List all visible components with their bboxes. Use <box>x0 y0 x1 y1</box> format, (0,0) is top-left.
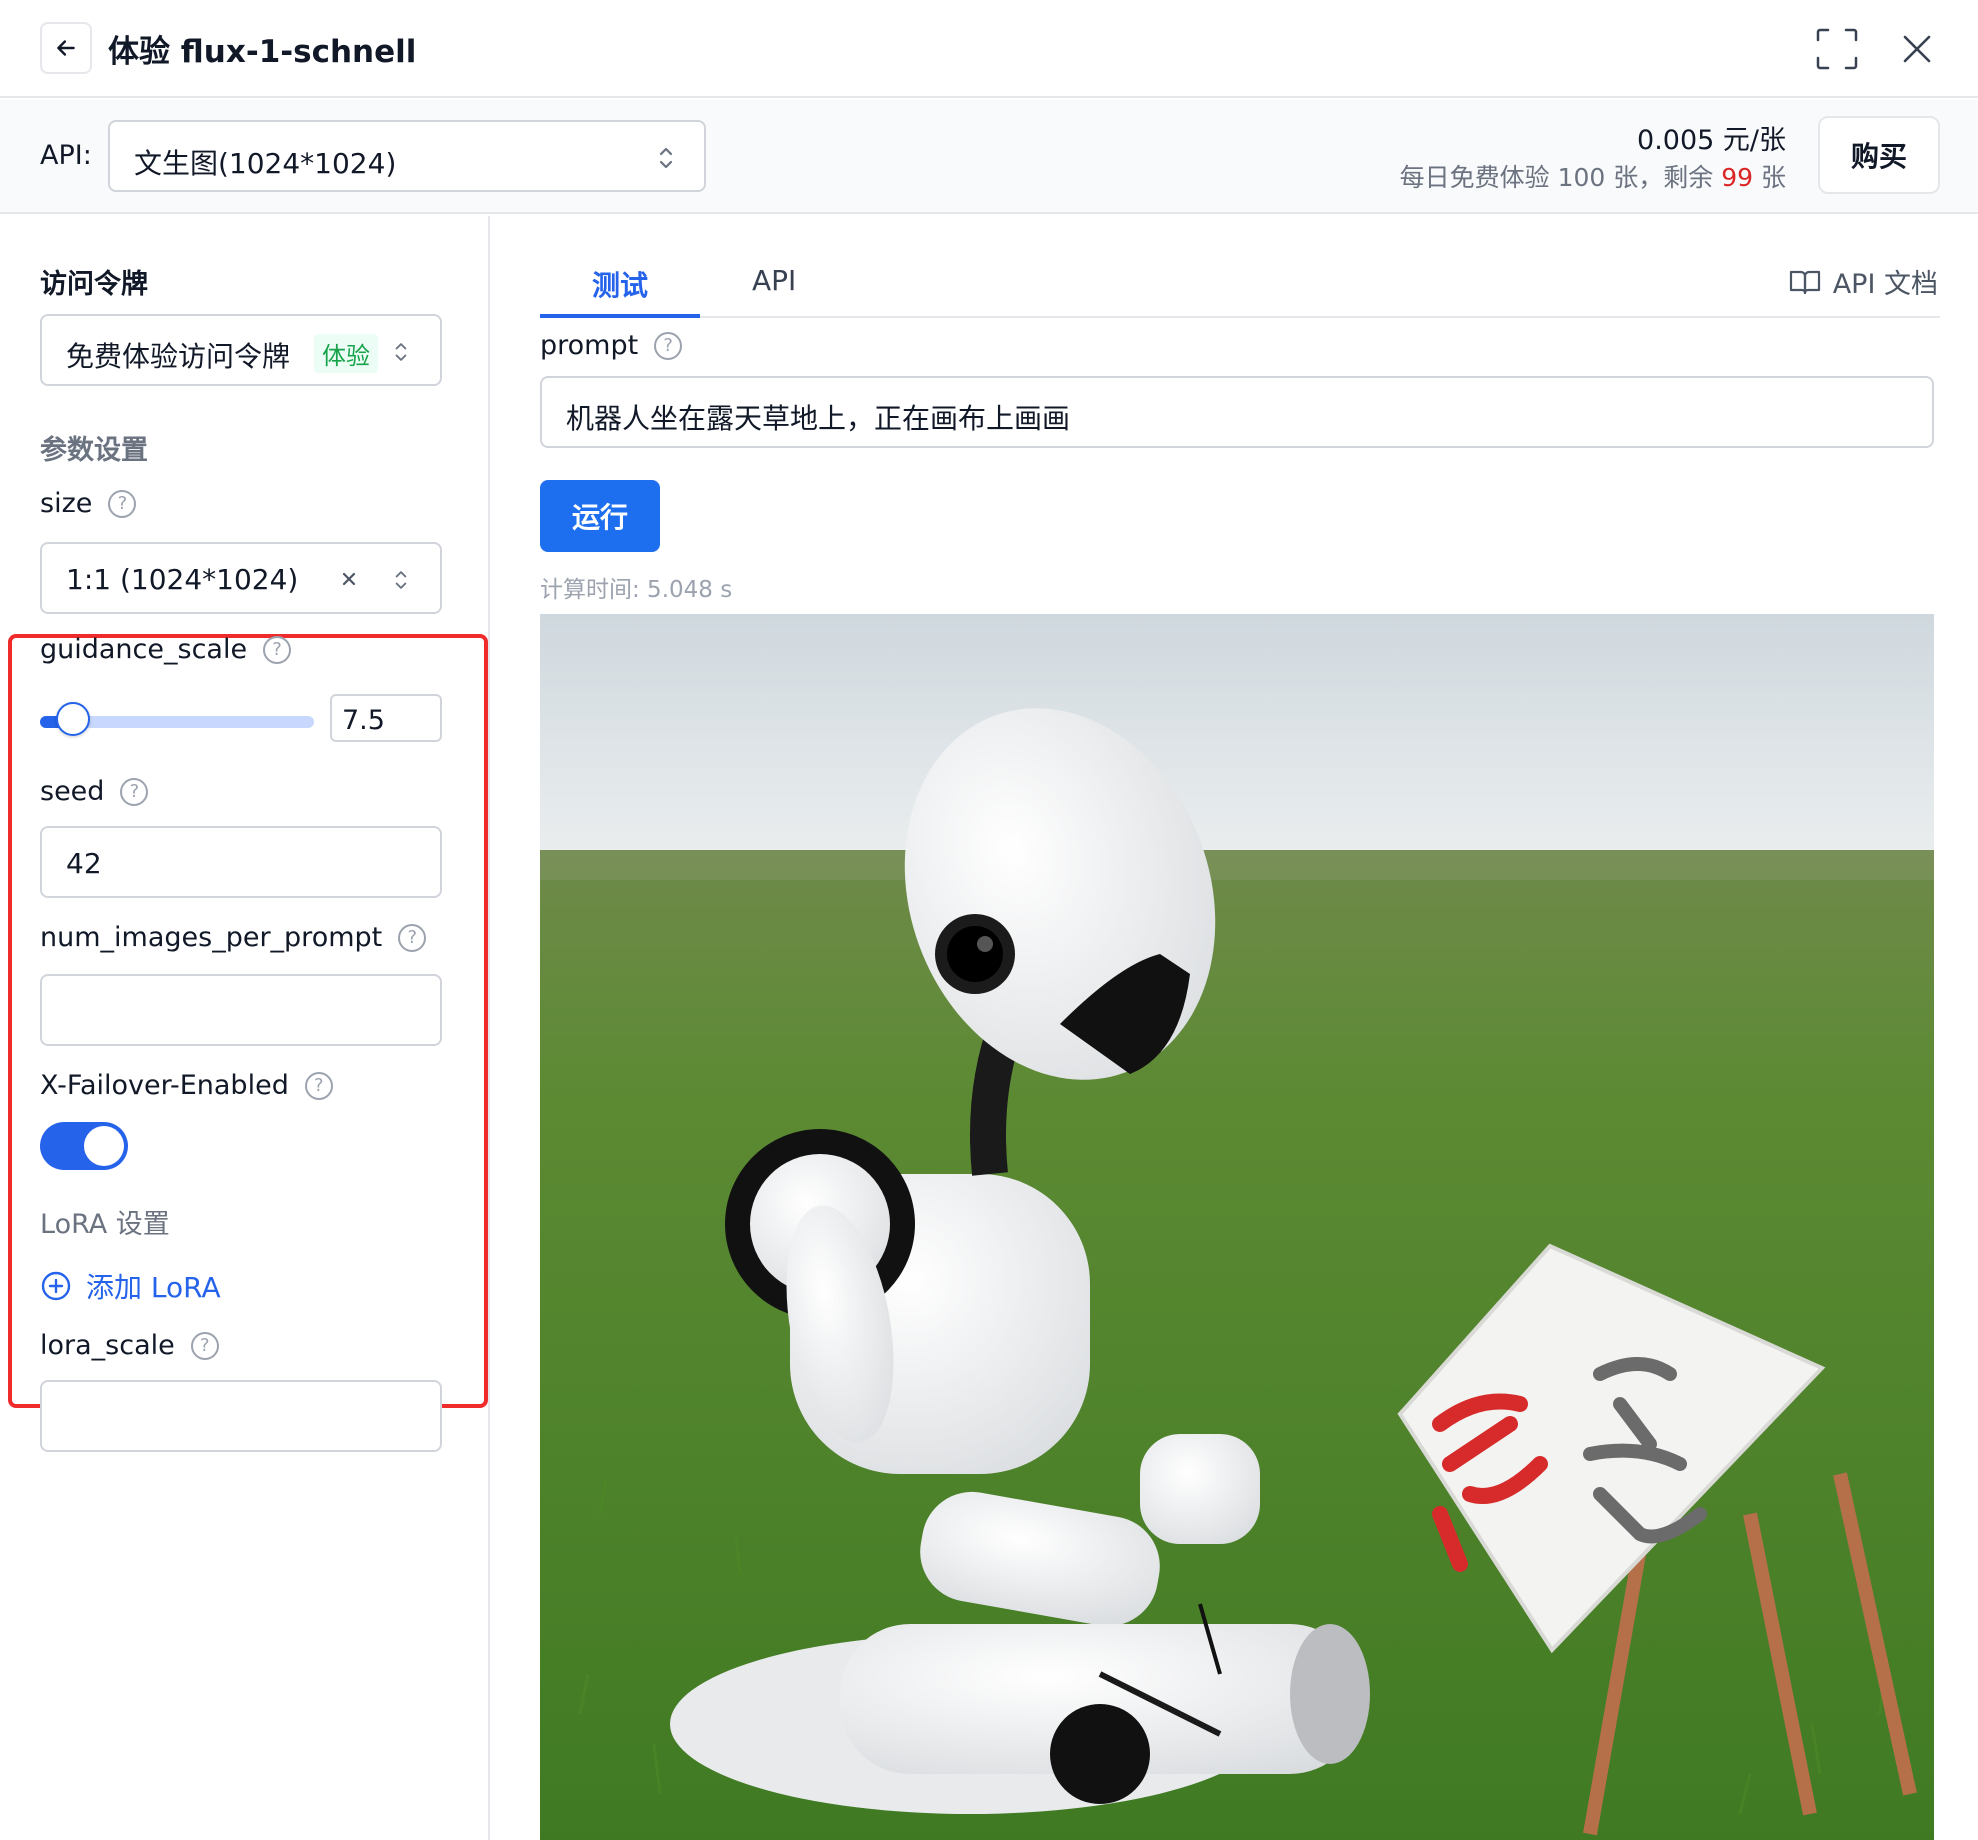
help-icon[interactable]: ? <box>190 1331 219 1360</box>
token-select[interactable]: 免费体验访问令牌 体验 <box>40 314 442 386</box>
add-lora-label: 添加 LoRA <box>86 1271 221 1304</box>
guidance-label: guidance_scale ? <box>40 634 292 665</box>
num-images-label-text: num_images_per_prompt <box>40 922 383 953</box>
chevron-updown-icon <box>395 571 407 589</box>
prompt-input[interactable]: 机器人坐在露天草地上，正在画布上画画 <box>540 376 1934 448</box>
plus-circle-icon <box>41 1271 71 1301</box>
fullscreen-icon <box>1816 28 1858 70</box>
dialog-header: 体验 flux-1-schnell <box>0 0 1978 98</box>
quota-remaining: 99 <box>1721 163 1754 192</box>
quota-suffix: 张 <box>1753 163 1786 192</box>
tab-bar: 测试 API <box>540 258 1940 318</box>
calc-time: 计算时间: 5.048 s <box>540 577 733 603</box>
params-panel: 访问令牌 免费体验访问令牌 体验 参数设置 size ? 1:1 (1024*1… <box>0 216 490 1840</box>
toggle-knob <box>84 1126 124 1166</box>
size-label: size ? <box>40 488 137 519</box>
token-badge: 体验 <box>314 334 378 373</box>
clear-icon[interactable] <box>336 566 362 592</box>
api-select[interactable]: 文生图(1024*1024) <box>108 120 706 192</box>
chevron-updown-icon <box>395 343 407 361</box>
api-label: API: <box>40 140 92 171</box>
params-title: 参数设置 <box>40 435 148 466</box>
help-icon[interactable]: ? <box>120 777 149 806</box>
close-button[interactable] <box>1896 28 1938 70</box>
guidance-input[interactable]: 7.5 <box>330 694 442 742</box>
buy-button[interactable]: 购买 <box>1818 116 1940 194</box>
token-select-value: 免费体验访问令牌 <box>66 340 291 373</box>
guidance-slider-thumb[interactable] <box>55 702 90 736</box>
lora-scale-label-text: lora_scale <box>40 1330 175 1361</box>
failover-label-text: X-Failover-Enabled <box>40 1070 289 1101</box>
help-icon[interactable]: ? <box>263 635 292 664</box>
prompt-label: prompt ? <box>540 330 683 361</box>
close-icon <box>1903 35 1931 63</box>
help-icon[interactable]: ? <box>304 1071 333 1100</box>
tab-test[interactable]: 测试 <box>540 264 700 304</box>
lora-scale-label: lora_scale ? <box>40 1330 219 1361</box>
quota-prefix: 每日免费体验 100 张，剩余 <box>1399 163 1722 192</box>
help-icon[interactable]: ? <box>108 489 137 518</box>
tab-underline <box>540 314 700 318</box>
robot-painting-illustration <box>540 614 1934 1840</box>
api-bar: API: 文生图(1024*1024) 0.005 元/张 每日免费体验 100… <box>0 100 1978 214</box>
num-images-label: num_images_per_prompt ? <box>40 922 427 953</box>
chevron-updown-icon <box>659 147 673 169</box>
size-label-text: size <box>40 488 93 519</box>
generated-image <box>540 614 1934 1840</box>
lora-title: LoRA 设置 <box>40 1209 170 1240</box>
failover-toggle[interactable] <box>40 1122 128 1170</box>
add-lora-button[interactable]: 添加 LoRA <box>40 1266 221 1306</box>
token-title: 访问令牌 <box>40 269 148 300</box>
api-select-value: 文生图(1024*1024) <box>134 147 397 180</box>
prompt-input-value: 机器人坐在露天草地上，正在画布上画画 <box>566 402 1071 435</box>
fullscreen-button[interactable] <box>1814 26 1860 72</box>
prompt-label-text: prompt <box>540 330 639 361</box>
api-doc-label: API 文档 <box>1832 269 1938 300</box>
num-images-input[interactable] <box>40 974 442 1046</box>
size-select-value: 1:1 (1024*1024) <box>66 563 299 596</box>
page-title: 体验 flux-1-schnell <box>108 34 417 70</box>
quota-text: 每日免费体验 100 张，剩余 99 张 <box>1400 158 1786 194</box>
size-select[interactable]: 1:1 (1024*1024) <box>40 542 442 614</box>
failover-label: X-Failover-Enabled ? <box>40 1070 333 1101</box>
price-label: 0.005 元/张 <box>1637 125 1786 156</box>
seed-input[interactable]: 42 <box>40 826 442 898</box>
tab-api[interactable]: API <box>752 264 796 297</box>
seed-label: seed ? <box>40 776 149 807</box>
book-icon <box>1789 270 1820 294</box>
run-button[interactable]: 运行 <box>540 480 660 552</box>
seed-input-value: 42 <box>66 847 102 880</box>
lora-scale-input[interactable] <box>40 1380 442 1452</box>
help-icon[interactable]: ? <box>654 331 683 360</box>
guidance-label-text: guidance_scale <box>40 634 248 665</box>
seed-label-text: seed <box>40 776 105 807</box>
back-button[interactable] <box>40 22 92 74</box>
arrow-left-icon <box>57 40 75 56</box>
help-icon[interactable]: ? <box>398 923 427 952</box>
guidance-input-value: 7.5 <box>342 705 385 736</box>
api-doc-link[interactable]: API 文档 <box>1789 262 1938 301</box>
